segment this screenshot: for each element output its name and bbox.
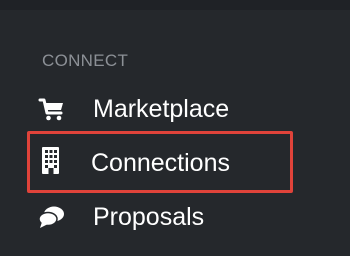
sidebar-item-connections[interactable]: Connections [0, 138, 350, 188]
sidebar-item-label: Proposals [93, 203, 205, 231]
sidebar-item-label: Marketplace [93, 95, 230, 123]
sidebar-item-marketplace[interactable]: Marketplace [0, 84, 350, 134]
section-header-connect: CONNECT [42, 51, 129, 70]
chat-bubbles-icon [38, 204, 66, 230]
building-icon [38, 147, 66, 176]
sidebar-item-label: Connections [91, 149, 230, 177]
sidebar-nav: CONNECT Marketplace Connections Proposal… [0, 0, 350, 256]
sidebar-item-proposals[interactable]: Proposals [0, 192, 350, 242]
shopping-cart-icon [38, 96, 66, 122]
